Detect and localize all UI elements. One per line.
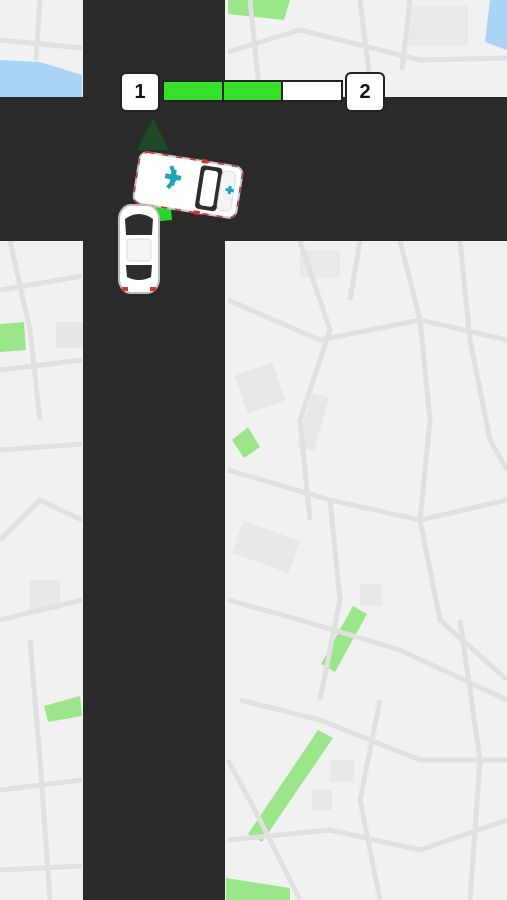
white-sedan <box>118 204 160 294</box>
progress-segment-filled <box>223 82 284 100</box>
next-level-indicator: 2 <box>345 72 385 112</box>
level-progress-bar: 1 2 <box>120 72 385 112</box>
game-canvas[interactable]: 1 2 <box>0 0 507 900</box>
progress-segment-empty <box>283 82 342 100</box>
progress-track <box>162 80 343 102</box>
route-overlay <box>137 119 172 222</box>
progress-segment-filled <box>164 82 224 100</box>
current-level-indicator: 1 <box>120 72 160 112</box>
up-arrow-icon <box>137 119 169 150</box>
